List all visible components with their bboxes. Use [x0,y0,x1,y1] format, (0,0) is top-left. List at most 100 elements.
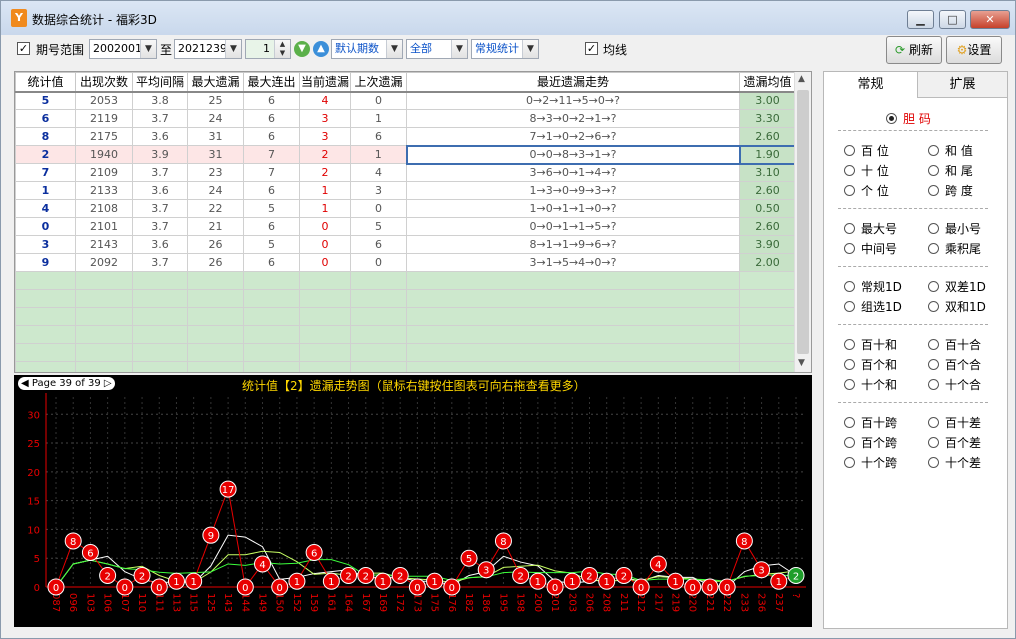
table-row[interactable]: 3 2143 3.6 26 5 0 6 8→1→1→9→6→? 3.90 [15,235,796,254]
radio-option[interactable]: 十 位 [844,162,889,179]
radio-circle-icon [928,281,939,292]
radio-option[interactable]: 百 位 [844,142,889,159]
group-divider [838,324,988,325]
table-row[interactable]: 0 2101 3.7 21 6 0 5 0→0→1→1→5→? 2.60 [15,217,796,236]
empty-cell [132,271,188,290]
down-arrow-icon[interactable]: ▼ [294,41,310,57]
radio-option[interactable]: 十个和 [844,376,897,393]
data-label: 2 [363,571,369,582]
radio-option[interactable]: 百个跨 [844,434,897,451]
radio-option[interactable]: 百个差 [928,434,981,451]
x-tick-label: 206 [583,593,594,612]
table-row[interactable]: 2 1940 3.9 31 7 2 1 0→0→8→3→1→? 1.90 [15,144,797,165]
column-header[interactable]: 最近遗漏走势 [406,72,740,93]
empty-cell [75,289,133,308]
up-arrow-icon[interactable]: ▲ [313,41,329,57]
radio-label: 和 值 [945,144,973,158]
empty-cell [75,361,133,372]
radio-option[interactable]: 百十和 [844,336,897,353]
spin-arrows-icon[interactable]: ▲ ▼ [274,40,290,58]
close-button[interactable]: ✕ [970,10,1010,29]
column-header[interactable]: 统计值 [15,72,76,93]
period-range-checkbox[interactable]: ✓ [17,42,30,55]
spin-input[interactable]: 1 ▲ ▼ [245,39,291,59]
column-header[interactable]: 上次遗漏 [350,72,407,93]
x-tick-label: 143 [222,593,233,612]
column-header[interactable]: 出现次数 [75,72,133,93]
radio-option[interactable]: 和 值 [928,142,973,159]
settings-button[interactable]: ⚙设置 [946,36,1002,64]
stat-type-select[interactable]: 常规统计 ▼ [471,39,539,59]
scroll-down-icon[interactable]: ▼ [798,358,805,368]
radio-option[interactable]: 组选1D [844,298,902,315]
radio-option[interactable]: 百个合 [928,356,981,373]
table-cell: 0 [15,217,76,236]
avg-line-checkbox[interactable]: ✓ [585,42,598,55]
minimize-button[interactable]: ▁ [907,10,934,29]
radio-option[interactable]: 十个跨 [844,454,897,471]
to-period-select[interactable]: 2021239 ▼ [174,39,242,59]
refresh-button[interactable]: ⟳ 刷新 [886,36,942,64]
radio-option[interactable]: 最大号 [844,220,897,237]
radio-option[interactable]: 百十跨 [844,414,897,431]
gear-icon: ⚙ [956,43,968,57]
radio-option[interactable]: 十个合 [928,376,981,393]
table-row[interactable]: 9 2092 3.7 26 6 0 0 3→1→5→4→0→? 2.00 [15,253,796,272]
radio-option[interactable]: 和 尾 [928,162,973,179]
radio-option[interactable]: 跨 度 [928,182,973,199]
table-row[interactable]: 7 2109 3.7 23 7 2 4 3→6→0→1→4→? 3.10 [15,163,796,182]
table-body: 5 2053 3.8 25 6 4 0 0→2→11→5→0→? 3.00 6 2119 3.7 24 6… [15,91,797,372]
x-tick-label: 167 [360,593,371,612]
radio-option[interactable]: 百个和 [844,356,897,373]
table-row[interactable]: 1 2133 3.6 24 6 1 3 1→3→0→9→3→? 2.60 [15,181,796,200]
radio-option[interactable]: 中间号 [844,240,897,257]
scroll-up-icon[interactable]: ▲ [798,74,805,84]
radio-option[interactable]: 双和1D [928,298,986,315]
from-period-select[interactable]: 2002001 ▼ [89,39,157,59]
maximize-button[interactable]: □ [939,10,966,29]
data-label: 1 [776,577,782,588]
data-label: 6 [311,548,317,559]
column-header[interactable]: 遗漏均值 [739,72,796,93]
table-row[interactable]: 5 2053 3.8 25 6 4 0 0→2→11→5→0→? 3.00 [15,91,796,110]
radio-option[interactable]: 个 位 [844,182,889,199]
empty-cell [299,343,351,362]
omission-trend-chart[interactable]: 0 5 10 15 20 25 30 087 096 103 106 107 110 111 113 115 1… [14,375,812,627]
table-cell: 1.90 [738,144,797,165]
prev-page-icon[interactable]: ◀ [21,378,29,389]
stats-grid: 统计值 出现次数 平均间隔 最大遗漏 最大连出 当前遗漏 上次遗漏 最近遗漏走势 遗漏均值 52… [14,71,812,373]
tab-general[interactable]: 常规 [824,72,917,98]
empty-cell [75,307,133,326]
radio-option[interactable]: 双差1D [928,278,986,295]
x-tick-label: 096 [67,593,78,612]
table-row[interactable]: 6 2119 3.7 24 6 3 1 8→3→0→2→1→? 3.30 [15,109,796,128]
table-row[interactable]: 4 2108 3.7 22 5 1 0 1→0→1→1→0→? 0.50 [15,199,796,218]
radio-dan-ma[interactable]: 胆 码 [886,110,931,127]
x-tick-label: 237 [773,593,784,612]
table-cell: 23 [187,163,244,182]
radio-option[interactable]: 乘积尾 [928,240,981,257]
table-cell: 31 [187,127,244,146]
column-header[interactable]: 平均间隔 [132,72,188,93]
radio-option[interactable]: 百十差 [928,414,981,431]
to-label: 至 [160,43,173,57]
period-range-label: 期号范围 [36,43,85,57]
tab-extended[interactable]: 扩展 [917,72,1007,98]
radio-option[interactable]: 十个差 [928,454,981,471]
next-page-icon[interactable]: ▷ [104,378,112,389]
page-navigator[interactable]: ◀ Page 39 of 39 ▷ [18,377,115,390]
table-cell: 2092 [75,253,133,272]
radio-option[interactable]: 最小号 [928,220,981,237]
scope-select[interactable]: 全部 ▼ [406,39,468,59]
period-count-select[interactable]: 默认期数 ▼ [331,39,403,59]
column-header[interactable]: 当前遗漏 [299,72,351,93]
column-header[interactable]: 最大连出 [243,72,300,93]
radio-option[interactable]: 常规1D [844,278,902,295]
data-label: 0 [242,583,248,594]
table-row[interactable]: 8 2175 3.6 31 6 3 6 7→1→0→2→6→? 2.60 [15,127,796,146]
vertical-scrollbar[interactable]: ▲ ▼ [794,72,811,372]
scroll-thumb[interactable] [797,90,809,354]
radio-option[interactable]: 百十合 [928,336,981,353]
column-header[interactable]: 最大遗漏 [187,72,244,93]
empty-row [15,361,796,372]
